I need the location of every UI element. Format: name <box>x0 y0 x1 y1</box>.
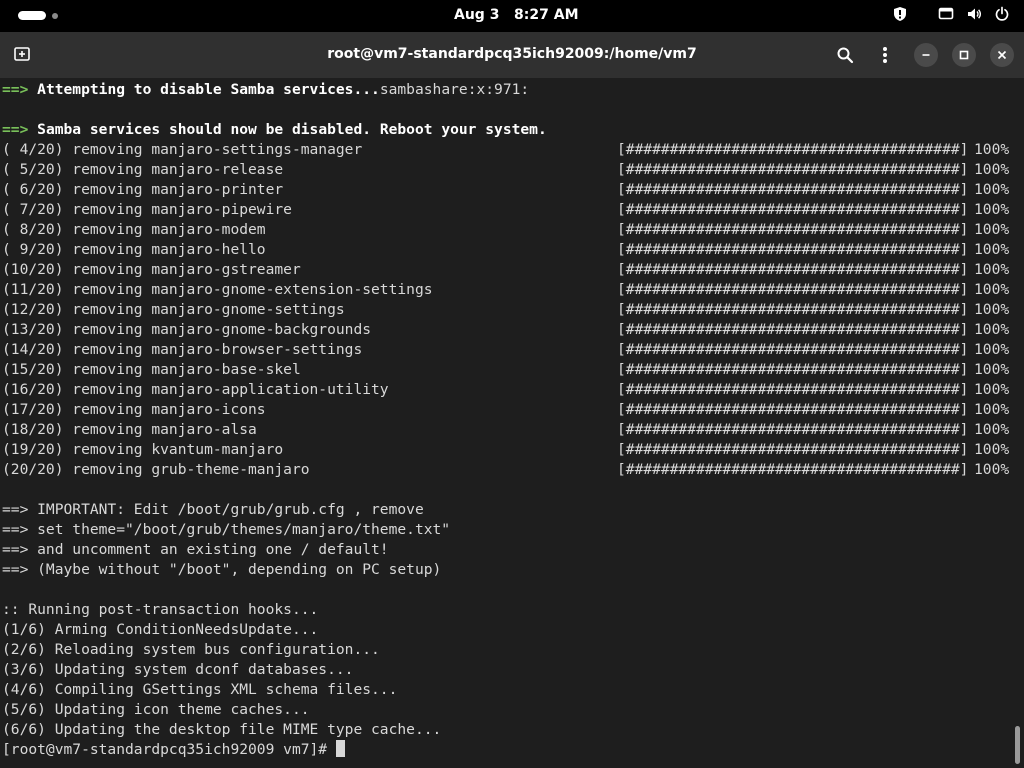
notice-line: ==> set theme="/boot/grub/themes/manjaro… <box>2 521 451 538</box>
hook-line: (6/6) Updating the desktop file MIME typ… <box>2 721 442 738</box>
workspace-active-pill[interactable] <box>18 11 46 20</box>
removal-line: (20/20) removing grub-theme-manjaro [####… <box>2 461 1010 478</box>
clock[interactable]: Aug 3 8:27 AM <box>454 7 579 23</box>
hook-line: :: Running post-transaction hooks... <box>2 601 319 618</box>
removal-line: ( 9/20) removing manjaro-hello [#########… <box>2 241 1010 258</box>
hook-line: (3/6) Updating system dconf databases... <box>2 661 354 678</box>
removal-line: (11/20) removing manjaro-gnome-extension… <box>2 281 1010 298</box>
terminal-line: ==> Attempting to disable Samba services… <box>2 81 530 98</box>
hook-line: (5/6) Updating icon theme caches... <box>2 701 310 718</box>
power-icon[interactable] <box>994 6 1010 26</box>
notice-line: ==> and uncomment an existing one / defa… <box>2 541 389 558</box>
progress-bar-text: [######################################] <box>617 201 969 218</box>
progress-bar-text: [######################################] <box>617 341 969 358</box>
removal-line: (19/20) removing kvantum-manjaro [#######… <box>2 441 1010 458</box>
kebab-menu-icon[interactable] <box>873 43 897 67</box>
progress-bar-text: [######################################] <box>617 281 969 298</box>
progress-bar-text: [######################################] <box>617 161 969 178</box>
volume-icon[interactable] <box>966 6 982 26</box>
removal-line: (15/20) removing manjaro-base-skel [#####… <box>2 361 1010 378</box>
progress-bar-text: [######################################] <box>617 301 969 318</box>
progress-bar-text: [######################################] <box>617 141 969 158</box>
search-icon[interactable] <box>833 43 857 67</box>
shell-prompt[interactable]: [root@vm7-standardpcq35ich92009 vm7]# <box>2 740 1010 760</box>
progress-bar-text: [######################################] <box>617 401 969 418</box>
removal-line: (13/20) removing manjaro-gnome-backgroun… <box>2 321 1010 338</box>
prompt-text: [root@vm7-standardpcq35ich92009 vm7]# <box>2 741 336 758</box>
terminal-line: ==> Samba services should now be disable… <box>2 121 547 138</box>
progress-bar-text: [######################################] <box>617 241 969 258</box>
removal-line: ( 6/20) removing manjaro-printer [#######… <box>2 181 1010 198</box>
hook-line: (2/6) Reloading system bus configuration… <box>2 641 380 658</box>
progress-bar-text: [######################################] <box>617 461 969 478</box>
window-title: root@vm7-standardpcq35ich92009:/home/vm7 <box>327 46 697 62</box>
window-titlebar[interactable]: root@vm7-standardpcq35ich92009:/home/vm7 <box>0 32 1024 78</box>
removal-line: ( 5/20) removing manjaro-release [#######… <box>2 161 1010 178</box>
minimize-icon[interactable] <box>914 43 938 67</box>
close-icon[interactable] <box>990 43 1014 67</box>
removal-line: ( 4/20) removing manjaro-settings-manage… <box>2 141 1010 158</box>
maximize-icon[interactable] <box>952 43 976 67</box>
removal-line: ( 7/20) removing manjaro-pipewire [######… <box>2 201 1010 218</box>
progress-bar-text: [######################################] <box>617 421 969 438</box>
progress-bar-text: [######################################] <box>617 261 969 278</box>
terminal-output[interactable]: ==> Attempting to disable Samba services… <box>0 78 1012 768</box>
removal-line: (18/20) removing manjaro-alsa [##########… <box>2 421 1010 438</box>
progress-bar-text: [######################################] <box>617 441 969 458</box>
progress-bar-text: [######################################] <box>617 361 969 378</box>
terminal-window: root@vm7-standardpcq35ich92009:/home/vm7… <box>0 32 1024 768</box>
progress-bar-text: [######################################] <box>617 381 969 398</box>
system-tray[interactable] <box>892 6 1010 26</box>
progress-bar-text: [######################################] <box>617 221 969 238</box>
notice-line: ==> (Maybe without "/boot", depending on… <box>2 561 442 578</box>
workspace-dot[interactable] <box>52 12 58 19</box>
scrollbar-thumb[interactable] <box>1015 726 1020 764</box>
activities-indicator[interactable] <box>18 11 58 20</box>
removal-line: (14/20) removing manjaro-browser-setting… <box>2 341 1010 358</box>
text-cursor <box>335 740 345 757</box>
removal-line: (17/20) removing manjaro-icons [#########… <box>2 401 1010 418</box>
shield-icon[interactable] <box>892 6 908 26</box>
removal-line: (16/20) removing manjaro-application-uti… <box>2 381 1010 398</box>
progress-bar-text: [######################################] <box>617 321 969 338</box>
top-panel: Aug 3 8:27 AM <box>0 0 1024 32</box>
display-icon[interactable] <box>938 6 954 26</box>
progress-bar-text: [######################################] <box>617 181 969 198</box>
notice-line: ==> IMPORTANT: Edit /boot/grub/grub.cfg … <box>2 501 424 518</box>
hook-line: (4/6) Compiling GSettings XML schema fil… <box>2 681 398 698</box>
removal-line: (12/20) removing manjaro-gnome-settings[… <box>2 301 1010 318</box>
hook-line: (1/6) Arming ConditionNeedsUpdate... <box>2 621 319 638</box>
removal-line: (10/20) removing manjaro-gstreamer [#####… <box>2 261 1010 278</box>
removal-line: ( 8/20) removing manjaro-modem [#########… <box>2 221 1010 238</box>
